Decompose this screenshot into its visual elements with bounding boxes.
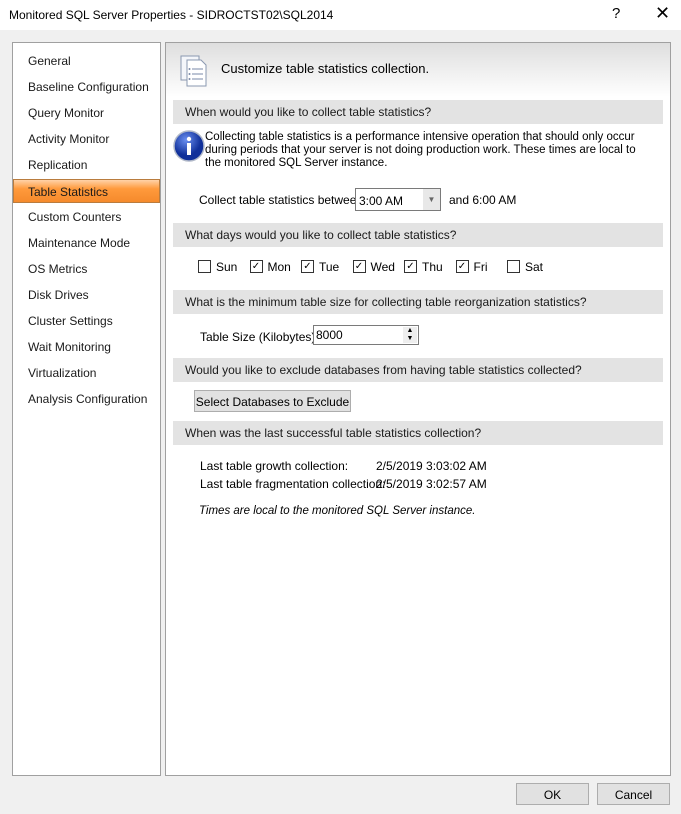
title-bar: Monitored SQL Server Properties - SIDROC… <box>0 0 681 30</box>
sidebar-item-replication[interactable]: Replication <box>14 153 159 177</box>
end-time-label: and 6:00 AM <box>449 193 517 207</box>
checkbox-thu[interactable]: ✓ <box>404 260 417 273</box>
spinner-arrows-icon[interactable]: ▲ ▼ <box>403 327 417 343</box>
start-time-dropdown[interactable]: 3:00 AM ▼ <box>355 188 441 211</box>
section-header-days: What days would you like to collect tabl… <box>173 223 663 247</box>
panel-title: Customize table statistics collection. <box>221 61 430 76</box>
panel-header: Customize table statistics collection. <box>166 43 670 97</box>
window-title: Monitored SQL Server Properties - SIDROC… <box>9 8 334 22</box>
day-label: Thu <box>422 260 443 274</box>
select-databases-button[interactable]: Select Databases to Exclude <box>194 390 351 412</box>
sidebar-item-os-metrics[interactable]: OS Metrics <box>14 257 159 281</box>
day-label: Sat <box>525 260 544 274</box>
checkbox-sat[interactable] <box>507 260 520 273</box>
chevron-down-icon: ▼ <box>423 189 440 210</box>
sidebar-item-baseline-configuration[interactable]: Baseline Configuration <box>14 75 159 99</box>
fragmentation-value: 2/5/2019 3:02:57 AM <box>376 477 487 491</box>
checkbox-wed[interactable]: ✓ <box>352 260 366 273</box>
day-label: Sun <box>216 260 238 274</box>
sidebar-item-wait-monitoring[interactable]: Wait Monitoring <box>14 335 159 359</box>
sidebar-item-disk-drives[interactable]: Disk Drives <box>14 283 159 307</box>
growth-label: Last table growth collection: <box>200 459 349 473</box>
section-header-last-collection: When was the last successful table stati… <box>173 421 663 445</box>
start-time-value: 3:00 AM <box>359 194 404 208</box>
checkbox-mon[interactable]: ✓ <box>249 260 263 273</box>
table-size-label: Table Size (Kilobytes): <box>200 330 319 344</box>
day-label: Wed <box>370 260 395 274</box>
section-header-exclude: Would you like to exclude databases from… <box>173 358 663 382</box>
sidebar-item-activity-monitor[interactable]: Activity Monitor <box>14 127 159 151</box>
day-label: Tue <box>319 260 340 274</box>
checkbox-sun[interactable] <box>198 260 211 273</box>
help-button[interactable]: ? <box>612 5 620 22</box>
section-header-size: What is the minimum table size for colle… <box>173 290 663 314</box>
collect-between-label: Collect table statistics between <box>199 193 364 207</box>
close-button[interactable]: ✕ <box>655 3 670 24</box>
sidebar-item-general[interactable]: General <box>14 49 159 73</box>
day-label: Mon <box>267 260 291 274</box>
section-header-schedule: When would you like to collect table sta… <box>173 100 663 124</box>
info-icon <box>173 130 205 162</box>
info-text: Collecting table statistics is a perform… <box>205 131 636 169</box>
document-list-icon <box>180 55 207 87</box>
settings-panel: Customize table statistics collection. W… <box>165 42 671 776</box>
fragmentation-label: Last table fragmentation collection: <box>200 477 386 491</box>
checkbox-tue[interactable]: ✓ <box>301 260 314 273</box>
sidebar-item-table-statistics[interactable]: Table Statistics <box>13 179 160 203</box>
sidebar-item-custom-counters[interactable]: Custom Counters <box>14 205 159 229</box>
sidebar-nav: General Baseline Configuration Query Monit… <box>12 42 161 776</box>
table-size-stepper[interactable]: 8000 ▲ ▼ <box>313 325 419 345</box>
timezone-note: Times are local to the monitored SQL Ser… <box>199 505 476 517</box>
growth-value: 2/5/2019 3:03:02 AM <box>376 459 487 473</box>
ok-button[interactable]: OK <box>516 783 589 805</box>
checkbox-fri[interactable]: ✓ <box>455 260 469 273</box>
sidebar-item-query-monitor[interactable]: Query Monitor <box>14 101 159 125</box>
sidebar-item-cluster-settings[interactable]: Cluster Settings <box>14 309 159 333</box>
table-size-value: 8000 <box>316 328 343 342</box>
sidebar-item-analysis-configuration[interactable]: Analysis Configuration <box>14 387 159 411</box>
cancel-button[interactable]: Cancel <box>597 783 670 805</box>
day-label: Fri <box>473 260 488 274</box>
sidebar-item-virtualization[interactable]: Virtualization <box>14 361 159 385</box>
sidebar-item-maintenance-mode[interactable]: Maintenance Mode <box>14 231 159 255</box>
